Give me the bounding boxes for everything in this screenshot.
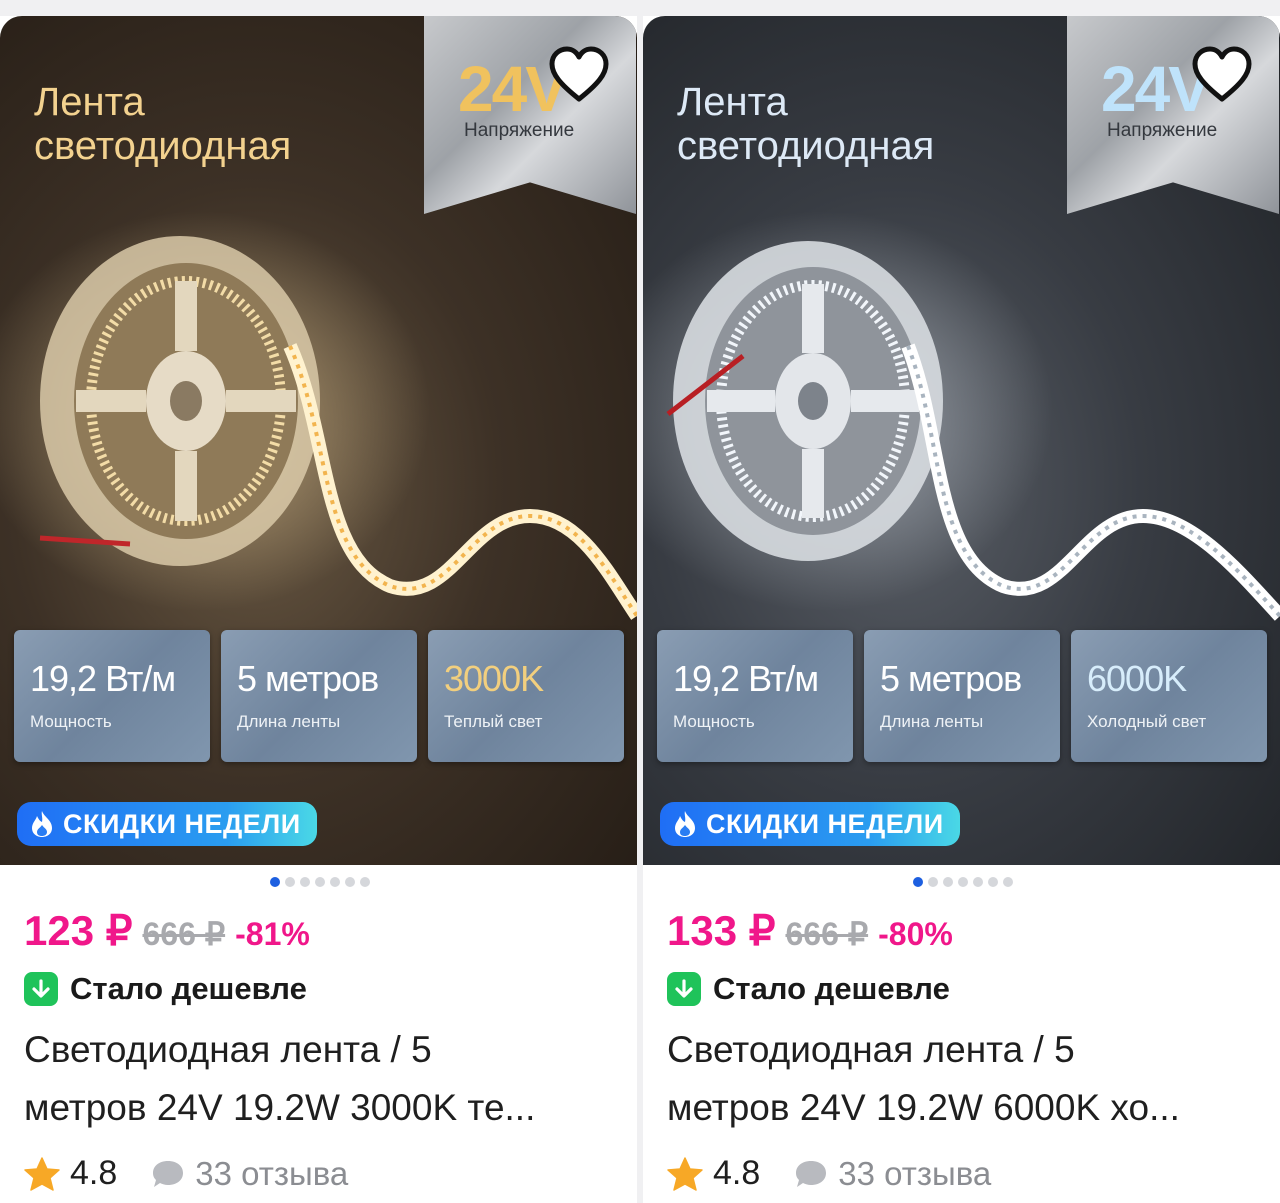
spec-card-temperature: 6000K Холодный свет [1071,630,1267,762]
comment-icon [153,1160,184,1187]
spec-card-length: 5 метров Длина ленты [864,630,1060,762]
heart-outline-icon[interactable] [1191,46,1253,104]
product-image[interactable]: Лента светодиодная 24V Напряжение 19,2 В… [0,16,637,865]
product-card[interactable]: Лента светодиодная 24V Напряжение 19,2 В… [643,16,1280,1203]
image-title: Лента светодиодная [34,80,292,168]
heart-outline-icon[interactable] [548,46,610,104]
price-drop-text: Стало дешевле [70,971,307,1006]
rating-row[interactable]: 4.8 33 отзыва [667,1154,991,1193]
gallery-dot[interactable] [958,877,968,887]
current-price: 123 ₽ [24,907,133,954]
gallery-dots[interactable] [913,877,1013,887]
gallery-dot[interactable] [285,877,295,887]
gallery-dot[interactable] [928,877,938,887]
promo-badge[interactable]: СКИДКИ НЕДЕЛИ [17,802,317,846]
current-price: 133 ₽ [667,907,776,954]
promo-badge[interactable]: СКИДКИ НЕДЕЛИ [660,802,960,846]
gallery-dot[interactable] [360,877,370,887]
star-icon [24,1156,60,1191]
comment-icon [796,1160,827,1187]
arrow-down-icon [24,972,58,1006]
star-icon [667,1156,703,1191]
gallery-dot[interactable] [345,877,355,887]
rating-row[interactable]: 4.8 33 отзыва [24,1154,348,1193]
gallery-dots[interactable] [270,877,370,887]
spec-card-power: 19,2 Вт/м Мощность [657,630,853,762]
voltage-label: Напряжение [1107,120,1218,141]
product-name[interactable]: Светодиодная лента / 5 метров 24V 19.2W … [667,1021,1257,1137]
price-drop-badge: Стало дешевле [24,971,307,1007]
old-price: 666 ₽ [142,916,226,952]
price-drop-badge: Стало дешевле [667,971,950,1007]
price-drop-text: Стало дешевле [713,971,950,1006]
product-name[interactable]: Светодиодная лента / 5 метров 24V 19.2W … [24,1021,614,1137]
price-row: 133 ₽ 666 ₽ -80% [667,906,953,955]
fire-icon [32,811,52,837]
old-price: 666 ₽ [785,916,869,952]
gallery-dot[interactable] [270,877,280,887]
image-title: Лента светодиодная [677,80,935,168]
promo-text: СКИДКИ НЕДЕЛИ [706,808,944,839]
discount-percent: -80% [878,916,953,952]
spec-card-length: 5 метров Длина ленты [221,630,417,762]
promo-text: СКИДКИ НЕДЕЛИ [63,808,301,839]
reviews-count: 33 отзыва [195,1154,349,1192]
product-image[interactable]: Лента светодиодная 24V Напряжение 19,2 В… [643,16,1280,865]
gallery-dot[interactable] [913,877,923,887]
product-grid: Лента светодиодная 24V Напряжение 19,2 В… [0,0,1280,1203]
gallery-dot[interactable] [988,877,998,887]
rating-value: 4.8 [713,1154,761,1192]
fire-icon [675,811,695,837]
voltage-label: Напряжение [464,120,575,141]
gallery-dot[interactable] [943,877,953,887]
rating-value: 4.8 [70,1154,118,1192]
spec-card-temperature: 3000K Теплый свет [428,630,624,762]
gallery-dot[interactable] [300,877,310,887]
spec-card-power: 19,2 Вт/м Мощность [14,630,210,762]
reviews-count: 33 отзыва [838,1154,992,1192]
price-row: 123 ₽ 666 ₽ -81% [24,906,310,955]
gallery-dot[interactable] [1003,877,1013,887]
gallery-dot[interactable] [330,877,340,887]
arrow-down-icon [667,972,701,1006]
discount-percent: -81% [235,916,310,952]
gallery-dot[interactable] [315,877,325,887]
product-card[interactable]: Лента светодиодная 24V Напряжение 19,2 В… [0,16,637,1203]
gallery-dot[interactable] [973,877,983,887]
